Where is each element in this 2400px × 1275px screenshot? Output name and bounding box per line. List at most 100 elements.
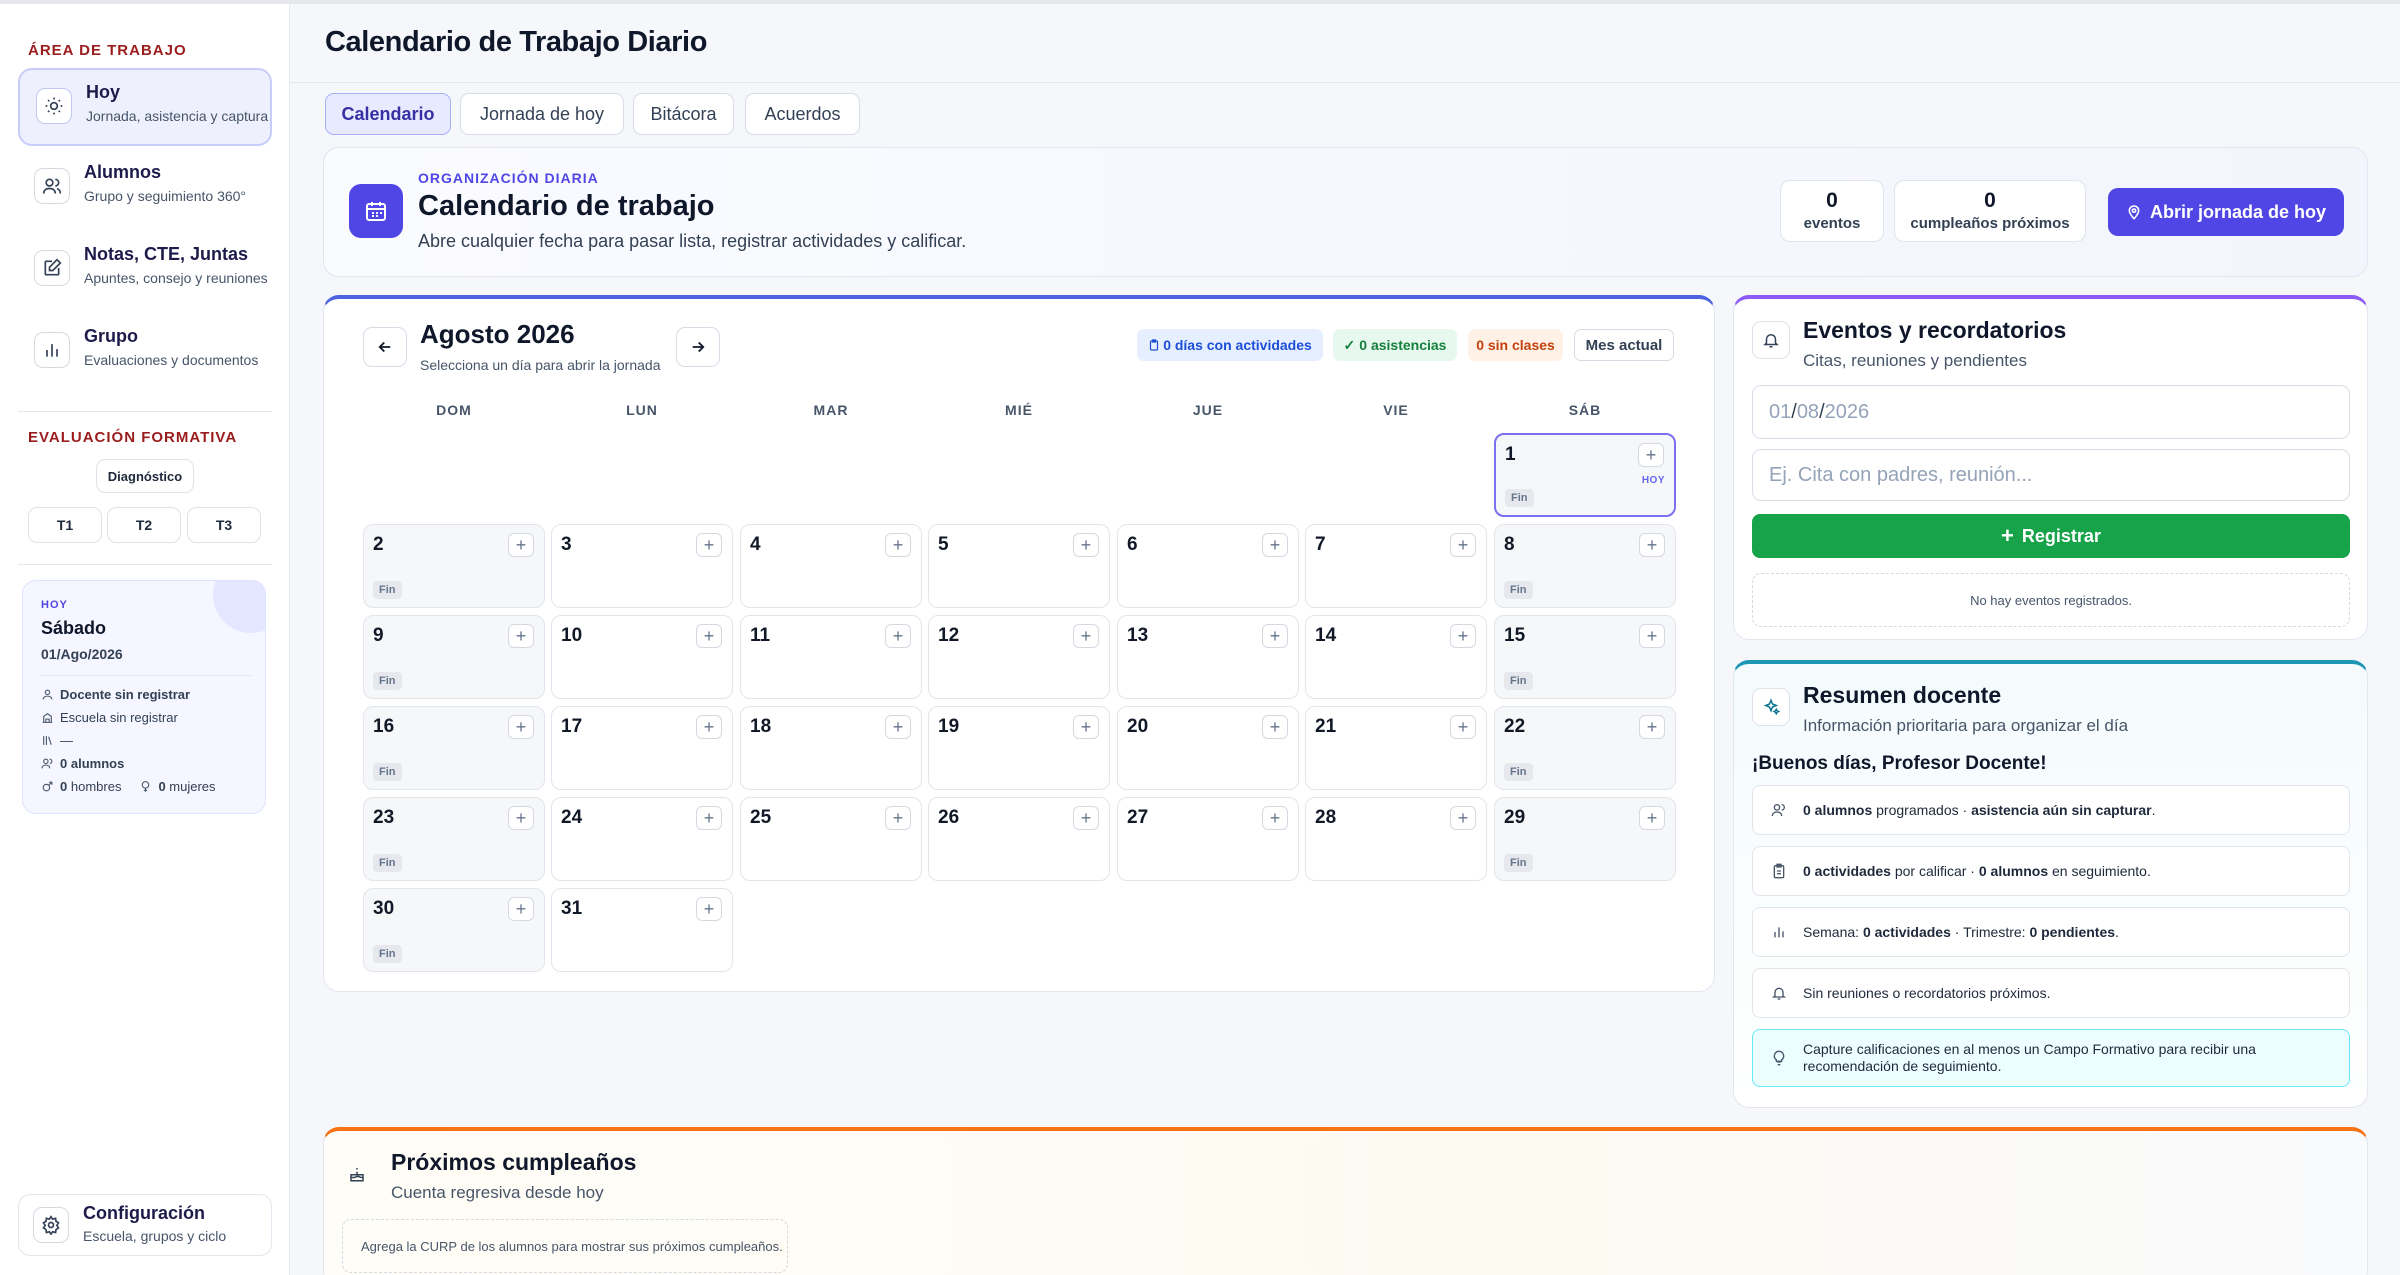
term-t1-button[interactable]: T1 bbox=[28, 507, 102, 543]
calendar-day[interactable]: 16 + Fin bbox=[363, 706, 545, 790]
calendar-day[interactable]: 20 + bbox=[1117, 706, 1299, 790]
date-month: 08 bbox=[1796, 400, 1820, 423]
add-activity-button[interactable]: + bbox=[885, 715, 911, 739]
calendar-day-today[interactable]: 1 + Fin HOY bbox=[1494, 433, 1676, 517]
sidebar-item-alumnos[interactable]: Alumnos Grupo y seguimiento 360° bbox=[18, 150, 272, 228]
bell-icon bbox=[1772, 987, 1786, 1000]
add-activity-button[interactable]: + bbox=[508, 715, 534, 739]
add-activity-button[interactable]: + bbox=[885, 624, 911, 648]
add-activity-button[interactable]: + bbox=[696, 624, 722, 648]
calendar-day[interactable]: 21 + bbox=[1305, 706, 1487, 790]
calendar-day[interactable]: 19 + bbox=[928, 706, 1110, 790]
sidebar-divider bbox=[18, 564, 272, 565]
sidebar-item-notas[interactable]: Notas, CTE, Juntas Apuntes, consejo y re… bbox=[18, 232, 272, 310]
students-count: 0 bbox=[60, 756, 68, 771]
calendar-day[interactable]: 5 + bbox=[928, 524, 1110, 608]
calendar-day[interactable]: 4 + bbox=[740, 524, 922, 608]
next-month-button[interactable] bbox=[676, 327, 720, 367]
sidebar-item-label: Hoy bbox=[86, 82, 121, 102]
birthdays-stat: 0 cumpleaños próximos bbox=[1894, 180, 2086, 242]
calendar-day[interactable]: 22 + Fin bbox=[1494, 706, 1676, 790]
current-month-button[interactable]: Mes actual bbox=[1574, 329, 1674, 361]
add-activity-button[interactable]: + bbox=[1262, 533, 1288, 557]
add-activity-button[interactable]: + bbox=[696, 897, 722, 921]
settings-item[interactable]: Configuración Escuela, grupos y ciclo bbox=[18, 1194, 272, 1256]
calendar-day[interactable]: 28 + bbox=[1305, 797, 1487, 881]
event-date-input[interactable]: 01/08/2026 bbox=[1752, 385, 2350, 439]
summary-tip: Capture calificaciones en al menos un Ca… bbox=[1752, 1029, 2350, 1087]
summary-title: Resumen docente bbox=[1803, 682, 2002, 708]
calendar-day[interactable]: 6 + bbox=[1117, 524, 1299, 608]
add-activity-button[interactable]: + bbox=[885, 806, 911, 830]
add-activity-button[interactable]: + bbox=[1073, 624, 1099, 648]
day-number: 22 bbox=[1504, 716, 1526, 737]
term-t2-button[interactable]: T2 bbox=[107, 507, 181, 543]
calendar-day[interactable]: 26 + bbox=[928, 797, 1110, 881]
calendar-day[interactable]: 12 + bbox=[928, 615, 1110, 699]
add-activity-button[interactable]: + bbox=[1450, 715, 1476, 739]
day-number: 25 bbox=[750, 807, 772, 828]
day-number: 17 bbox=[561, 716, 583, 737]
open-today-button[interactable]: Abrir jornada de hoy bbox=[2108, 188, 2344, 236]
school-icon bbox=[42, 713, 53, 723]
add-activity-button[interactable]: + bbox=[1262, 715, 1288, 739]
term-t3-button[interactable]: T3 bbox=[187, 507, 261, 543]
add-activity-button[interactable]: + bbox=[508, 624, 534, 648]
plus-icon: + bbox=[2001, 523, 2014, 548]
calendar-day[interactable]: 15 + Fin bbox=[1494, 615, 1676, 699]
calendar-day[interactable]: 2 + Fin bbox=[363, 524, 545, 608]
tab-bitacora[interactable]: Bitácora bbox=[633, 93, 734, 135]
add-activity-button[interactable]: + bbox=[1639, 533, 1665, 557]
add-activity-button[interactable]: + bbox=[1450, 533, 1476, 557]
add-activity-button[interactable]: + bbox=[508, 897, 534, 921]
add-activity-button[interactable]: + bbox=[885, 533, 911, 557]
add-activity-button[interactable]: + bbox=[508, 806, 534, 830]
add-activity-button[interactable]: + bbox=[696, 806, 722, 830]
sidebar-item-grupo[interactable]: Grupo Evaluaciones y documentos bbox=[18, 314, 272, 392]
calendar-day[interactable]: 31 + bbox=[551, 888, 733, 972]
event-text-input[interactable]: Ej. Cita con padres, reunión... bbox=[1752, 449, 2350, 501]
add-activity-button[interactable]: + bbox=[696, 715, 722, 739]
calendar-day[interactable]: 17 + bbox=[551, 706, 733, 790]
calendar-day[interactable]: 18 + bbox=[740, 706, 922, 790]
sidebar-item-hoy[interactable]: Hoy Jornada, asistencia y captura bbox=[18, 68, 272, 146]
tab-calendario[interactable]: Calendario bbox=[325, 93, 451, 135]
calendar-day[interactable]: 29 + Fin bbox=[1494, 797, 1676, 881]
add-activity-button[interactable]: + bbox=[1639, 806, 1665, 830]
add-activity-button[interactable]: + bbox=[1450, 806, 1476, 830]
calendar-day[interactable]: 10 + bbox=[551, 615, 733, 699]
add-activity-button[interactable]: + bbox=[1639, 624, 1665, 648]
sidebar: ÁREA DE TRABAJO Hoy Jornada, asistencia … bbox=[0, 4, 290, 1275]
birthdays-count: 0 bbox=[1984, 189, 1996, 212]
calendar-day[interactable]: 25 + bbox=[740, 797, 922, 881]
calendar-day[interactable]: 23 + Fin bbox=[363, 797, 545, 881]
add-activity-button[interactable]: + bbox=[1450, 624, 1476, 648]
calendar-day[interactable]: 30 + Fin bbox=[363, 888, 545, 972]
weekend-tag: Fin bbox=[373, 763, 402, 781]
calendar-day[interactable]: 7 + bbox=[1305, 524, 1487, 608]
calendar-day[interactable]: 9 + Fin bbox=[363, 615, 545, 699]
day-number: 9 bbox=[373, 625, 384, 646]
calendar-day[interactable]: 24 + bbox=[551, 797, 733, 881]
add-activity-button[interactable]: + bbox=[1073, 533, 1099, 557]
add-activity-button[interactable]: + bbox=[1073, 806, 1099, 830]
tab-acuerdos[interactable]: Acuerdos bbox=[745, 93, 860, 135]
calendar-day[interactable]: 27 + bbox=[1117, 797, 1299, 881]
calendar-day[interactable]: 13 + bbox=[1117, 615, 1299, 699]
add-activity-button[interactable]: + bbox=[1639, 715, 1665, 739]
events-count: 0 bbox=[1826, 189, 1838, 212]
add-activity-button[interactable]: + bbox=[1638, 443, 1664, 467]
diagnostic-button[interactable]: Diagnóstico bbox=[96, 459, 194, 493]
prev-month-button[interactable] bbox=[363, 327, 407, 367]
add-activity-button[interactable]: + bbox=[508, 533, 534, 557]
register-event-button[interactable]: + Registrar bbox=[1752, 514, 2350, 558]
add-activity-button[interactable]: + bbox=[696, 533, 722, 557]
calendar-day[interactable]: 3 + bbox=[551, 524, 733, 608]
calendar-day[interactable]: 14 + bbox=[1305, 615, 1487, 699]
tab-jornada-de-hoy[interactable]: Jornada de hoy bbox=[460, 93, 624, 135]
add-activity-button[interactable]: + bbox=[1073, 715, 1099, 739]
add-activity-button[interactable]: + bbox=[1262, 806, 1288, 830]
calendar-day[interactable]: 8 + Fin bbox=[1494, 524, 1676, 608]
calendar-day[interactable]: 11 + bbox=[740, 615, 922, 699]
add-activity-button[interactable]: + bbox=[1262, 624, 1288, 648]
